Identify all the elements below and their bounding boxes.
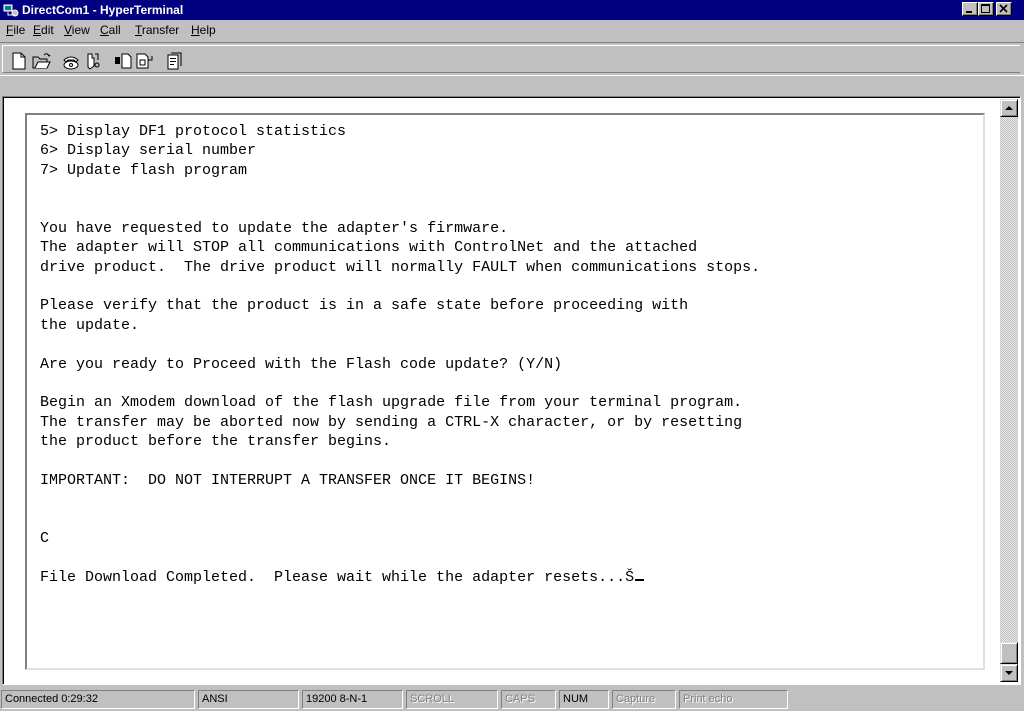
- terminal-line-text: 7> Update flash program: [40, 161, 248, 179]
- vertical-scrollbar[interactable]: [1000, 99, 1018, 682]
- close-button[interactable]: [996, 2, 1012, 16]
- toolbar: [0, 42, 1024, 76]
- terminal-line: Begin an Xmodem download of the flash up…: [40, 394, 760, 413]
- status-caps: CAPS: [501, 690, 556, 709]
- terminal-line: Are you ready to Proceed with the Flash …: [40, 356, 760, 375]
- terminal-line: File Download Completed. Please wait whi…: [40, 569, 760, 588]
- menu-bar: File Edit View Call Transfer Help: [0, 20, 1024, 40]
- terminal-line-text: the product before the transfer begins.: [40, 433, 392, 450]
- terminal-line-text: The transfer may be aborted now by sendi…: [40, 413, 743, 431]
- terminal-line-text: Are you ready to Proceed with the Flash …: [40, 355, 563, 373]
- menu-help[interactable]: Help: [191, 23, 216, 37]
- maximize-button[interactable]: [978, 2, 994, 16]
- status-port-settings: 19200 8-N-1: [302, 690, 403, 709]
- terminal-line: 5> Display DF1 protocol statistics: [40, 123, 760, 142]
- terminal-line-text: C: [40, 529, 50, 547]
- terminal-line: The adapter will STOP all communications…: [40, 239, 760, 258]
- terminal-line: 6> Display serial number: [40, 142, 760, 161]
- status-num: NUM: [559, 690, 609, 709]
- menu-file[interactable]: File: [6, 23, 25, 37]
- menu-transfer[interactable]: Transfer: [135, 23, 179, 37]
- properties-icon[interactable]: [164, 50, 186, 72]
- terminal-line-text: The adapter will STOP all communications…: [40, 239, 698, 257]
- scrollbar-track[interactable]: [1000, 117, 1018, 664]
- terminal-line: You have requested to update the adapter…: [40, 220, 760, 239]
- menu-edit[interactable]: Edit: [33, 23, 54, 37]
- terminal-screen[interactable]: 5> Display DF1 protocol statistics 6> Dis…: [25, 113, 985, 670]
- toolbar-band: [2, 45, 1020, 73]
- title-bar[interactable]: DirectCom1 - HyperTerminal: [0, 0, 1024, 20]
- phone-icon[interactable]: [60, 50, 82, 72]
- status-bar: Connected 0:29:32 ANSI 19200 8-N-1 SCROL…: [0, 688, 1024, 711]
- terminal-line: the product before the transfer begins.: [40, 433, 760, 452]
- scroll-down-button[interactable]: [1000, 664, 1018, 682]
- menu-view[interactable]: View: [64, 23, 90, 37]
- hyperterminal-window: DirectCom1 - HyperTerminal File Edit Vie…: [0, 0, 1024, 711]
- minimize-button[interactable]: [962, 2, 978, 16]
- text-cursor: [635, 578, 645, 581]
- terminal-line-text: Please verify that the product is in a s…: [40, 297, 689, 315]
- terminal-line-text: 5> Display DF1 protocol statistics: [40, 123, 347, 140]
- terminal-line: The transfer may be aborted now by sendi…: [40, 414, 760, 433]
- terminal-line-text: 6> Display serial number: [40, 142, 257, 160]
- menu-call[interactable]: Call: [100, 23, 121, 37]
- open-folder-icon[interactable]: [30, 50, 52, 72]
- status-scroll: SCROLL: [406, 690, 498, 709]
- terminal-output: 5> Display DF1 protocol statistics 6> Dis…: [40, 123, 760, 588]
- terminal-line-text: the update.: [40, 316, 140, 334]
- status-emulation: ANSI: [198, 690, 299, 709]
- terminal-line-text: IMPORTANT: DO NOT INTERRUPT A TRANSFER O…: [40, 471, 536, 489]
- receive-file-icon[interactable]: [134, 50, 156, 72]
- terminal-line: Please verify that the product is in a s…: [40, 297, 760, 316]
- terminal-line: IMPORTANT: DO NOT INTERRUPT A TRANSFER O…: [40, 472, 760, 491]
- terminal-line: 7> Update flash program: [40, 162, 760, 181]
- scrollbar-thumb[interactable]: [1000, 642, 1018, 664]
- new-document-icon[interactable]: [8, 50, 30, 72]
- send-file-icon[interactable]: [112, 50, 134, 72]
- terminal-line-text: File Download Completed. Please wait whi…: [40, 568, 635, 586]
- terminal-line: the update.: [40, 317, 760, 336]
- scroll-up-button[interactable]: [1000, 99, 1018, 117]
- window-title: DirectCom1 - HyperTerminal: [22, 3, 184, 17]
- terminal-line-text: Begin an Xmodem download of the flash up…: [40, 394, 743, 412]
- hang-up-icon[interactable]: [82, 50, 104, 72]
- hyperterminal-app-icon[interactable]: [3, 2, 19, 18]
- terminal-line-text: drive product. The drive product will no…: [40, 258, 761, 276]
- status-print-echo: Print echo: [679, 690, 788, 709]
- status-connected: Connected 0:29:32: [1, 690, 195, 709]
- status-capture: Capture: [612, 690, 676, 709]
- terminal-line: C: [40, 530, 760, 549]
- terminal-line-text: You have requested to update the adapter…: [40, 219, 509, 237]
- terminal-line: drive product. The drive product will no…: [40, 259, 760, 278]
